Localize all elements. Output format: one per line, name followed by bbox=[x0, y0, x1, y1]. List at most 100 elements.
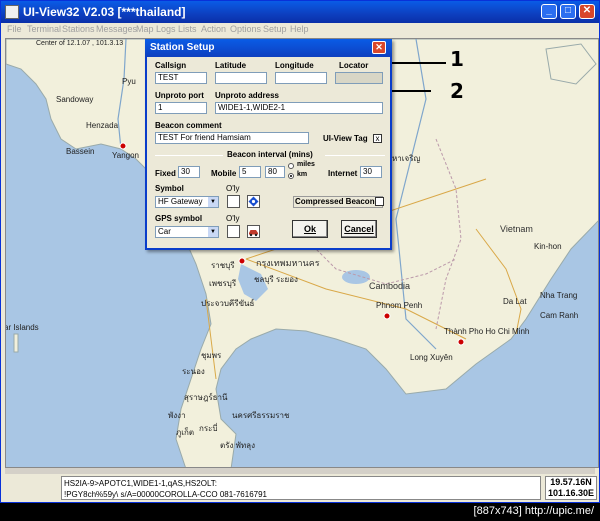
map-label-phetchaburi: เพชรบุรี bbox=[209, 279, 237, 288]
map-label-chonburi: ชลบุรี ระยอง bbox=[254, 275, 298, 284]
unproto-address-field[interactable]: WIDE1-1,WIDE2-1 bbox=[215, 102, 383, 114]
status-line-2: !PGY8ch%59y\ s/A=00000COROLLA-CCO 081-76… bbox=[64, 490, 268, 499]
gps-symbol-select-value: Car bbox=[158, 227, 171, 236]
callsign-label: Callsign bbox=[155, 61, 187, 70]
image-caption: [887x743] http://upic.me/ bbox=[473, 505, 594, 517]
map-label-camranh: Cam Ranh bbox=[540, 311, 579, 320]
chevron-down-icon: ▼ bbox=[208, 197, 218, 207]
menu-file[interactable]: File bbox=[7, 24, 22, 34]
menu-stations[interactable]: Stations bbox=[62, 24, 95, 34]
map-label-hcmc: Thành Pho Ho Chi Minh bbox=[444, 327, 530, 336]
locator-label: Locator bbox=[339, 61, 369, 70]
ok-button[interactable]: Ok bbox=[292, 220, 328, 238]
map-label-nakhon-si: นครศรีธรรมราช bbox=[232, 411, 290, 420]
latitude-field[interactable] bbox=[215, 72, 267, 84]
map-label-thai-ne: หาเจริญ bbox=[392, 154, 421, 163]
image-caption-bar: [887x743] http://upic.me/ bbox=[0, 503, 600, 521]
menu-options[interactable]: Options bbox=[230, 24, 261, 34]
map-label-bassein: Bassein bbox=[66, 147, 95, 156]
symbol-select-value: HF Gateway bbox=[158, 197, 203, 206]
map-label-kinhon: Kin-hon bbox=[534, 242, 562, 251]
unproto-port-field[interactable]: 1 bbox=[155, 102, 207, 114]
uiview-tag-label: UI-View Tag bbox=[323, 134, 368, 143]
map-label-krabi: กระบี่ bbox=[199, 424, 218, 433]
map-label-dalat: Da Lat bbox=[503, 297, 527, 306]
menu-setup[interactable]: Setup bbox=[263, 24, 287, 34]
menu-map[interactable]: Map bbox=[136, 24, 154, 34]
status-bar: HS2IA-9>APOTC1,WIDE1-1,qAS,HS2OLT: !PGY8… bbox=[5, 474, 599, 502]
map-label-ranong: ระนอง bbox=[182, 367, 205, 376]
gps-overlay-label: O'ly bbox=[226, 214, 240, 223]
latitude-readout: 19.57.16N bbox=[550, 477, 592, 487]
annotation-2: 2 bbox=[450, 79, 464, 103]
longitude-field[interactable] bbox=[275, 72, 327, 84]
mobile-interval-field[interactable]: 5 bbox=[239, 166, 261, 178]
mobile-label: Mobile bbox=[211, 169, 237, 178]
cancel-button[interactable]: Cancel bbox=[341, 220, 377, 238]
menu-bar: File Terminal Stations Messages Map Logs… bbox=[1, 23, 599, 37]
km-label: km bbox=[297, 171, 308, 178]
status-message: HS2IA-9>APOTC1,WIDE1-1,qAS,HS2OLT: !PGY8… bbox=[61, 476, 541, 500]
map-label-phnom-penh: Phnom Penh bbox=[376, 301, 423, 310]
gps-symbol-label: GPS symbol bbox=[155, 214, 203, 223]
compressed-beacon-label: Compressed Beacon bbox=[295, 197, 375, 206]
dialog-title: Station Setup bbox=[150, 42, 215, 53]
map-label-cambodia: Cambodia bbox=[369, 281, 411, 291]
miles-label: miles bbox=[297, 161, 315, 168]
station-setup-dialog: Station Setup ✕ Callsign TEST Latitude L… bbox=[145, 39, 392, 250]
map-label-sandoway: Sandoway bbox=[56, 95, 94, 104]
map-label-ratchaburi: ราชบุรี bbox=[211, 261, 235, 270]
close-button[interactable]: ✕ bbox=[579, 4, 595, 19]
minimize-button[interactable]: _ bbox=[541, 4, 557, 19]
map-label-phuket: ภูเก็ต bbox=[176, 428, 195, 437]
uiview-tag-checkbox[interactable]: x bbox=[373, 134, 382, 143]
menu-action[interactable]: Action bbox=[201, 24, 226, 34]
compressed-beacon-checkbox[interactable] bbox=[375, 197, 384, 206]
fixed-label: Fixed bbox=[155, 169, 176, 178]
hf-gateway-symbol-icon bbox=[247, 195, 260, 208]
beacon-comment-label: Beacon comment bbox=[155, 121, 222, 130]
title-bar: UI-View32 V2.03 [***thailand] _ □ ✕ bbox=[1, 1, 599, 23]
symbol-select[interactable]: HF Gateway ▼ bbox=[155, 196, 219, 208]
annotation-1: 1 bbox=[450, 47, 464, 71]
map-label-surat: สุราษฎร์ธานี bbox=[184, 393, 228, 402]
map-label-nhatrang: Nha Trang bbox=[540, 291, 578, 300]
menu-messages[interactable]: Messages bbox=[96, 24, 137, 34]
map-label-vietnam: Vietnam bbox=[500, 224, 533, 234]
map-label-chumphon: ชุมพร bbox=[201, 351, 222, 360]
unproto-port-label: Unproto port bbox=[155, 91, 204, 100]
menu-logs[interactable]: Logs bbox=[156, 24, 176, 34]
symbol-overlay-label: O'ly bbox=[226, 184, 240, 193]
km-radio[interactable] bbox=[288, 173, 294, 179]
map-label-prachuap: ประจวบคีรีขันธ์ bbox=[201, 299, 255, 308]
gps-overlay-box[interactable] bbox=[227, 225, 240, 238]
map-label-pyu: Pyu bbox=[122, 77, 136, 86]
dialog-title-bar: Station Setup ✕ bbox=[145, 39, 392, 57]
coordinate-readout: 19.57.16N 101.16.30E bbox=[545, 476, 597, 500]
map-label-longxuyen: Long Xuyên bbox=[410, 353, 453, 362]
window-title: UI-View32 V2.03 [***thailand] bbox=[23, 5, 186, 19]
menu-lists[interactable]: Lists bbox=[178, 24, 197, 34]
miles-radio[interactable] bbox=[288, 163, 294, 169]
beacon-comment-field[interactable]: TEST For friend Hamsiam bbox=[155, 132, 309, 144]
longitude-label: Longitude bbox=[275, 61, 314, 70]
map-label-henzada: Henzada bbox=[86, 121, 119, 130]
map-label-phangnga: พังงา bbox=[168, 411, 186, 420]
dialog-close-button[interactable]: ✕ bbox=[372, 41, 386, 54]
internet-interval-field[interactable]: 30 bbox=[360, 166, 382, 178]
maximize-button[interactable]: □ bbox=[560, 4, 576, 19]
locator-field bbox=[335, 72, 383, 84]
symbol-overlay-box[interactable] bbox=[227, 195, 240, 208]
gps-symbol-select[interactable]: Car ▼ bbox=[155, 226, 219, 238]
divider-right bbox=[325, 155, 385, 156]
menu-terminal[interactable]: Terminal bbox=[27, 24, 61, 34]
car-symbol-icon bbox=[247, 225, 260, 238]
chevron-down-icon: ▼ bbox=[208, 227, 218, 237]
mobile-distance-field[interactable]: 80 bbox=[265, 166, 285, 178]
symbol-label: Symbol bbox=[155, 184, 184, 193]
app-icon bbox=[5, 5, 19, 19]
callsign-field[interactable]: TEST bbox=[155, 72, 207, 84]
menu-help[interactable]: Help bbox=[290, 24, 309, 34]
map-label-trang: ตรัง พัทลุง bbox=[220, 441, 255, 450]
fixed-interval-field[interactable]: 30 bbox=[178, 166, 200, 178]
